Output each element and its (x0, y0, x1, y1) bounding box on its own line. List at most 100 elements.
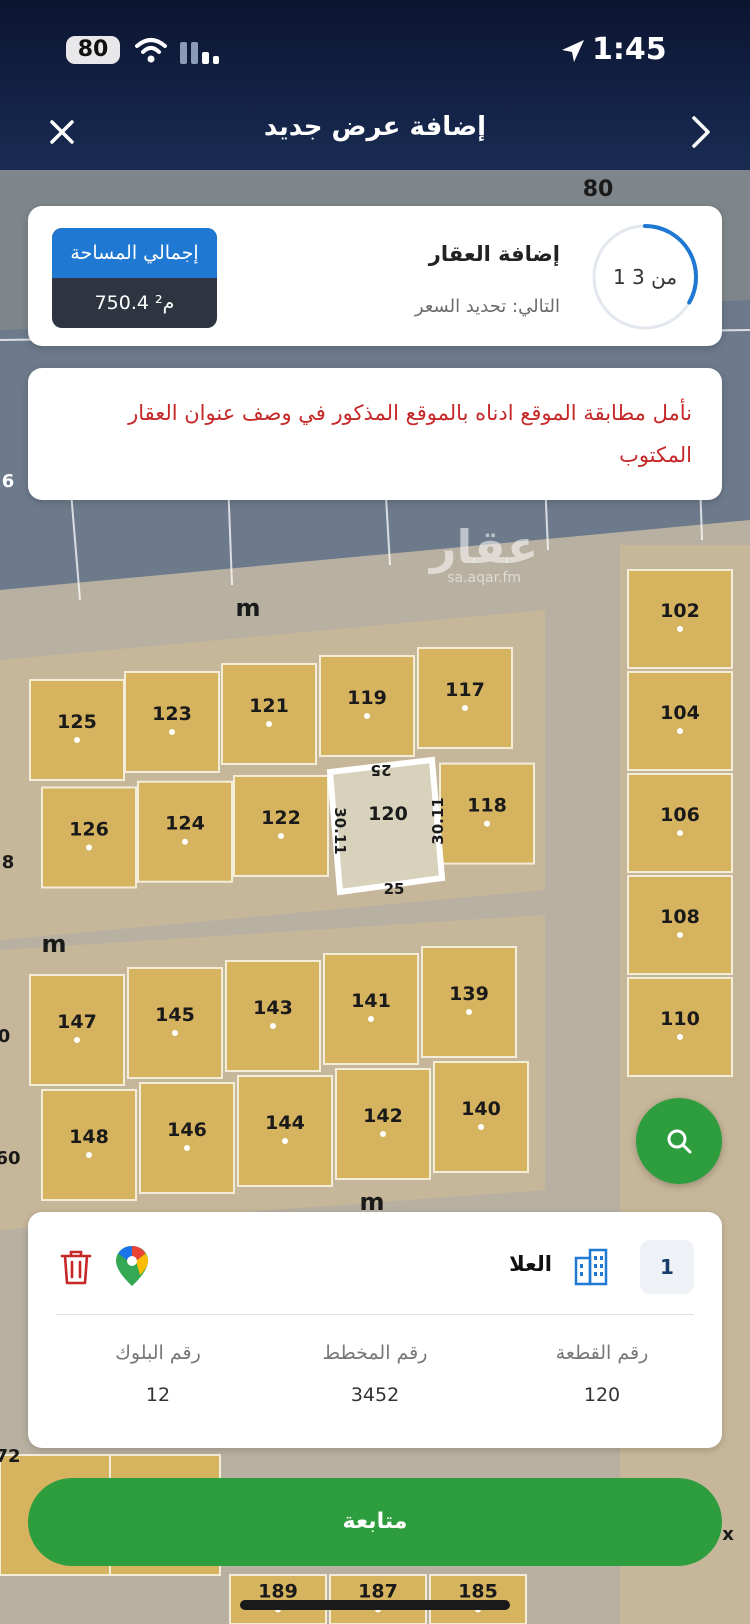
plot-centroid-dot (380, 1131, 386, 1137)
plot-number-label: 123 (152, 703, 192, 725)
plot-centroid-dot (86, 1152, 92, 1158)
plot-centroid-dot (368, 1016, 374, 1022)
plot-number-label: 146 (167, 1119, 207, 1141)
scheme-number-label: رقم المخطط (322, 1342, 428, 1364)
plot-centroid-dot (462, 705, 468, 711)
building-icon (574, 1248, 608, 1286)
continue-button[interactable]: متابعة (28, 1478, 722, 1566)
map-top-label: 80 (583, 177, 614, 202)
map-edge-label: 8 (2, 852, 15, 873)
map-edge-label: 60 (0, 1148, 21, 1169)
city-name: العلا (509, 1252, 552, 1276)
plot-centroid-dot (74, 1037, 80, 1043)
location-warning-text: نأمل مطابقة الموقع ادناه بالموقع المذكور… (128, 401, 692, 467)
aqar-watermark: عقار sa.aqar.fm (430, 520, 538, 586)
plot-centroid-dot (74, 737, 80, 743)
plot-number-label: 126 (69, 818, 109, 840)
app-screen: 125 123 121 119 117 126 124 122 118 147 145 143 141 1… (0, 0, 750, 1624)
plot-number-label: 102 (660, 600, 700, 622)
status-time: 1:45 (592, 32, 667, 67)
map-edge-label: x (722, 1524, 734, 1545)
plot-centroid-dot (172, 1030, 178, 1036)
plot-centroid-dot (677, 1034, 683, 1040)
plot-centroid-dot (184, 1145, 190, 1151)
selected-plot-side-top: 25 (371, 761, 392, 779)
block-number-value: 12 (145, 1384, 171, 1406)
plot-number-label: 119 (347, 687, 387, 709)
plot-centroid-dot (182, 838, 188, 845)
plot-number-label: 148 (69, 1126, 109, 1148)
parcel-index-badge: 1 (640, 1240, 694, 1294)
search-icon (667, 1129, 692, 1154)
plot-number-label: 147 (57, 1011, 97, 1033)
watermark-logo: عقار (430, 520, 539, 574)
plot-number-value: 120 (583, 1384, 621, 1406)
step-title: إضافة العقار (428, 242, 560, 266)
plot-number-field: رقم القطعة 120 (512, 1342, 692, 1406)
plot-number-label: 141 (351, 990, 391, 1012)
plot-centroid-dot (466, 1009, 472, 1015)
total-area-value: 750.4 م² (94, 292, 175, 314)
battery-badge: 80 (66, 36, 120, 64)
signal-icon (180, 42, 219, 64)
plot-centroid-dot (484, 820, 490, 827)
parcel-info-card: 1 العلا رقم القطعة 120 رقم المخطط 3452 ر… (28, 1212, 722, 1448)
location-arrow-icon (562, 40, 584, 62)
total-area-label: إجمالي المساحة (52, 228, 217, 278)
total-area-box: إجمالي المساحة 750.4 م² (52, 228, 217, 328)
plot-centroid-dot (266, 721, 272, 727)
wifi-icon (135, 38, 167, 63)
scheme-number-value: 3452 (350, 1384, 400, 1406)
plot-number-label: 139 (449, 983, 489, 1005)
scheme-number-field: رقم المخطط 3452 (285, 1342, 465, 1406)
plot-centroid-dot (278, 832, 284, 839)
page-title: إضافة عرض جديد (263, 112, 487, 142)
block-number-label: رقم البلوك (115, 1342, 201, 1364)
plot-number-label: 104 (660, 702, 700, 724)
plot-number-label: رقم القطعة (555, 1342, 649, 1364)
map-edge-label: 72 (0, 1446, 21, 1467)
plot-number-label: 145 (155, 1004, 195, 1026)
google-maps-pin-icon[interactable] (114, 1244, 150, 1288)
trash-icon[interactable] (58, 1248, 94, 1286)
plot-centroid-dot (364, 713, 370, 719)
parcel-divider (56, 1314, 694, 1315)
plot-number-label: 108 (660, 906, 700, 928)
chevron-right-icon[interactable] (678, 110, 722, 154)
plot-number-label: 117 (445, 679, 485, 701)
plot-number-label: 110 (660, 1008, 700, 1030)
plot-centroid-dot (677, 932, 683, 938)
plot-number-label: 125 (57, 711, 97, 733)
plot-number-label: 142 (363, 1105, 403, 1127)
selected-plot-number: 120 (368, 803, 408, 825)
plot-centroid-dot (677, 626, 683, 632)
selected-plot-side-right: 30.11 (429, 797, 447, 844)
plot-centroid-dot (478, 1124, 484, 1130)
app-header: 80 1:45 إضافة عرض جديد (0, 0, 750, 170)
selected-plot-side-left: 30.11 (331, 807, 349, 854)
step-progress-label: 1 من 3 (612, 265, 678, 289)
map-search-button[interactable] (636, 1098, 722, 1184)
plot-centroid-dot (677, 830, 683, 836)
road-label: m (235, 594, 260, 622)
plot-centroid-dot (282, 1138, 288, 1144)
map-edge-label: 6 (2, 471, 15, 492)
home-indicator (240, 1600, 510, 1610)
plot-number-label: 124 (165, 813, 205, 835)
road-label: m (41, 930, 66, 958)
location-warning-card: نأمل مطابقة الموقع ادناه بالموقع المذكور… (28, 368, 722, 500)
plot-number-label: 106 (660, 804, 700, 826)
status-bar: 80 1:45 (0, 28, 750, 72)
plot-centroid-dot (169, 729, 175, 735)
plot-number-label: 144 (265, 1112, 305, 1134)
plot-number-label: 143 (253, 997, 293, 1019)
selected-plot-side-bottom: 25 (384, 880, 405, 898)
plot-centroid-dot (677, 728, 683, 734)
plot-centroid-dot (270, 1023, 276, 1029)
plot-number-label: 122 (261, 807, 301, 829)
plot-number-label: 121 (249, 695, 289, 717)
plot-centroid-dot (86, 844, 92, 851)
block-number-field: رقم البلوك 12 (68, 1342, 248, 1406)
map-edge-label: 0 (0, 1026, 10, 1047)
step-progress-card: 1 من 3 إضافة العقار التالي: تحديد السعر … (28, 206, 722, 346)
